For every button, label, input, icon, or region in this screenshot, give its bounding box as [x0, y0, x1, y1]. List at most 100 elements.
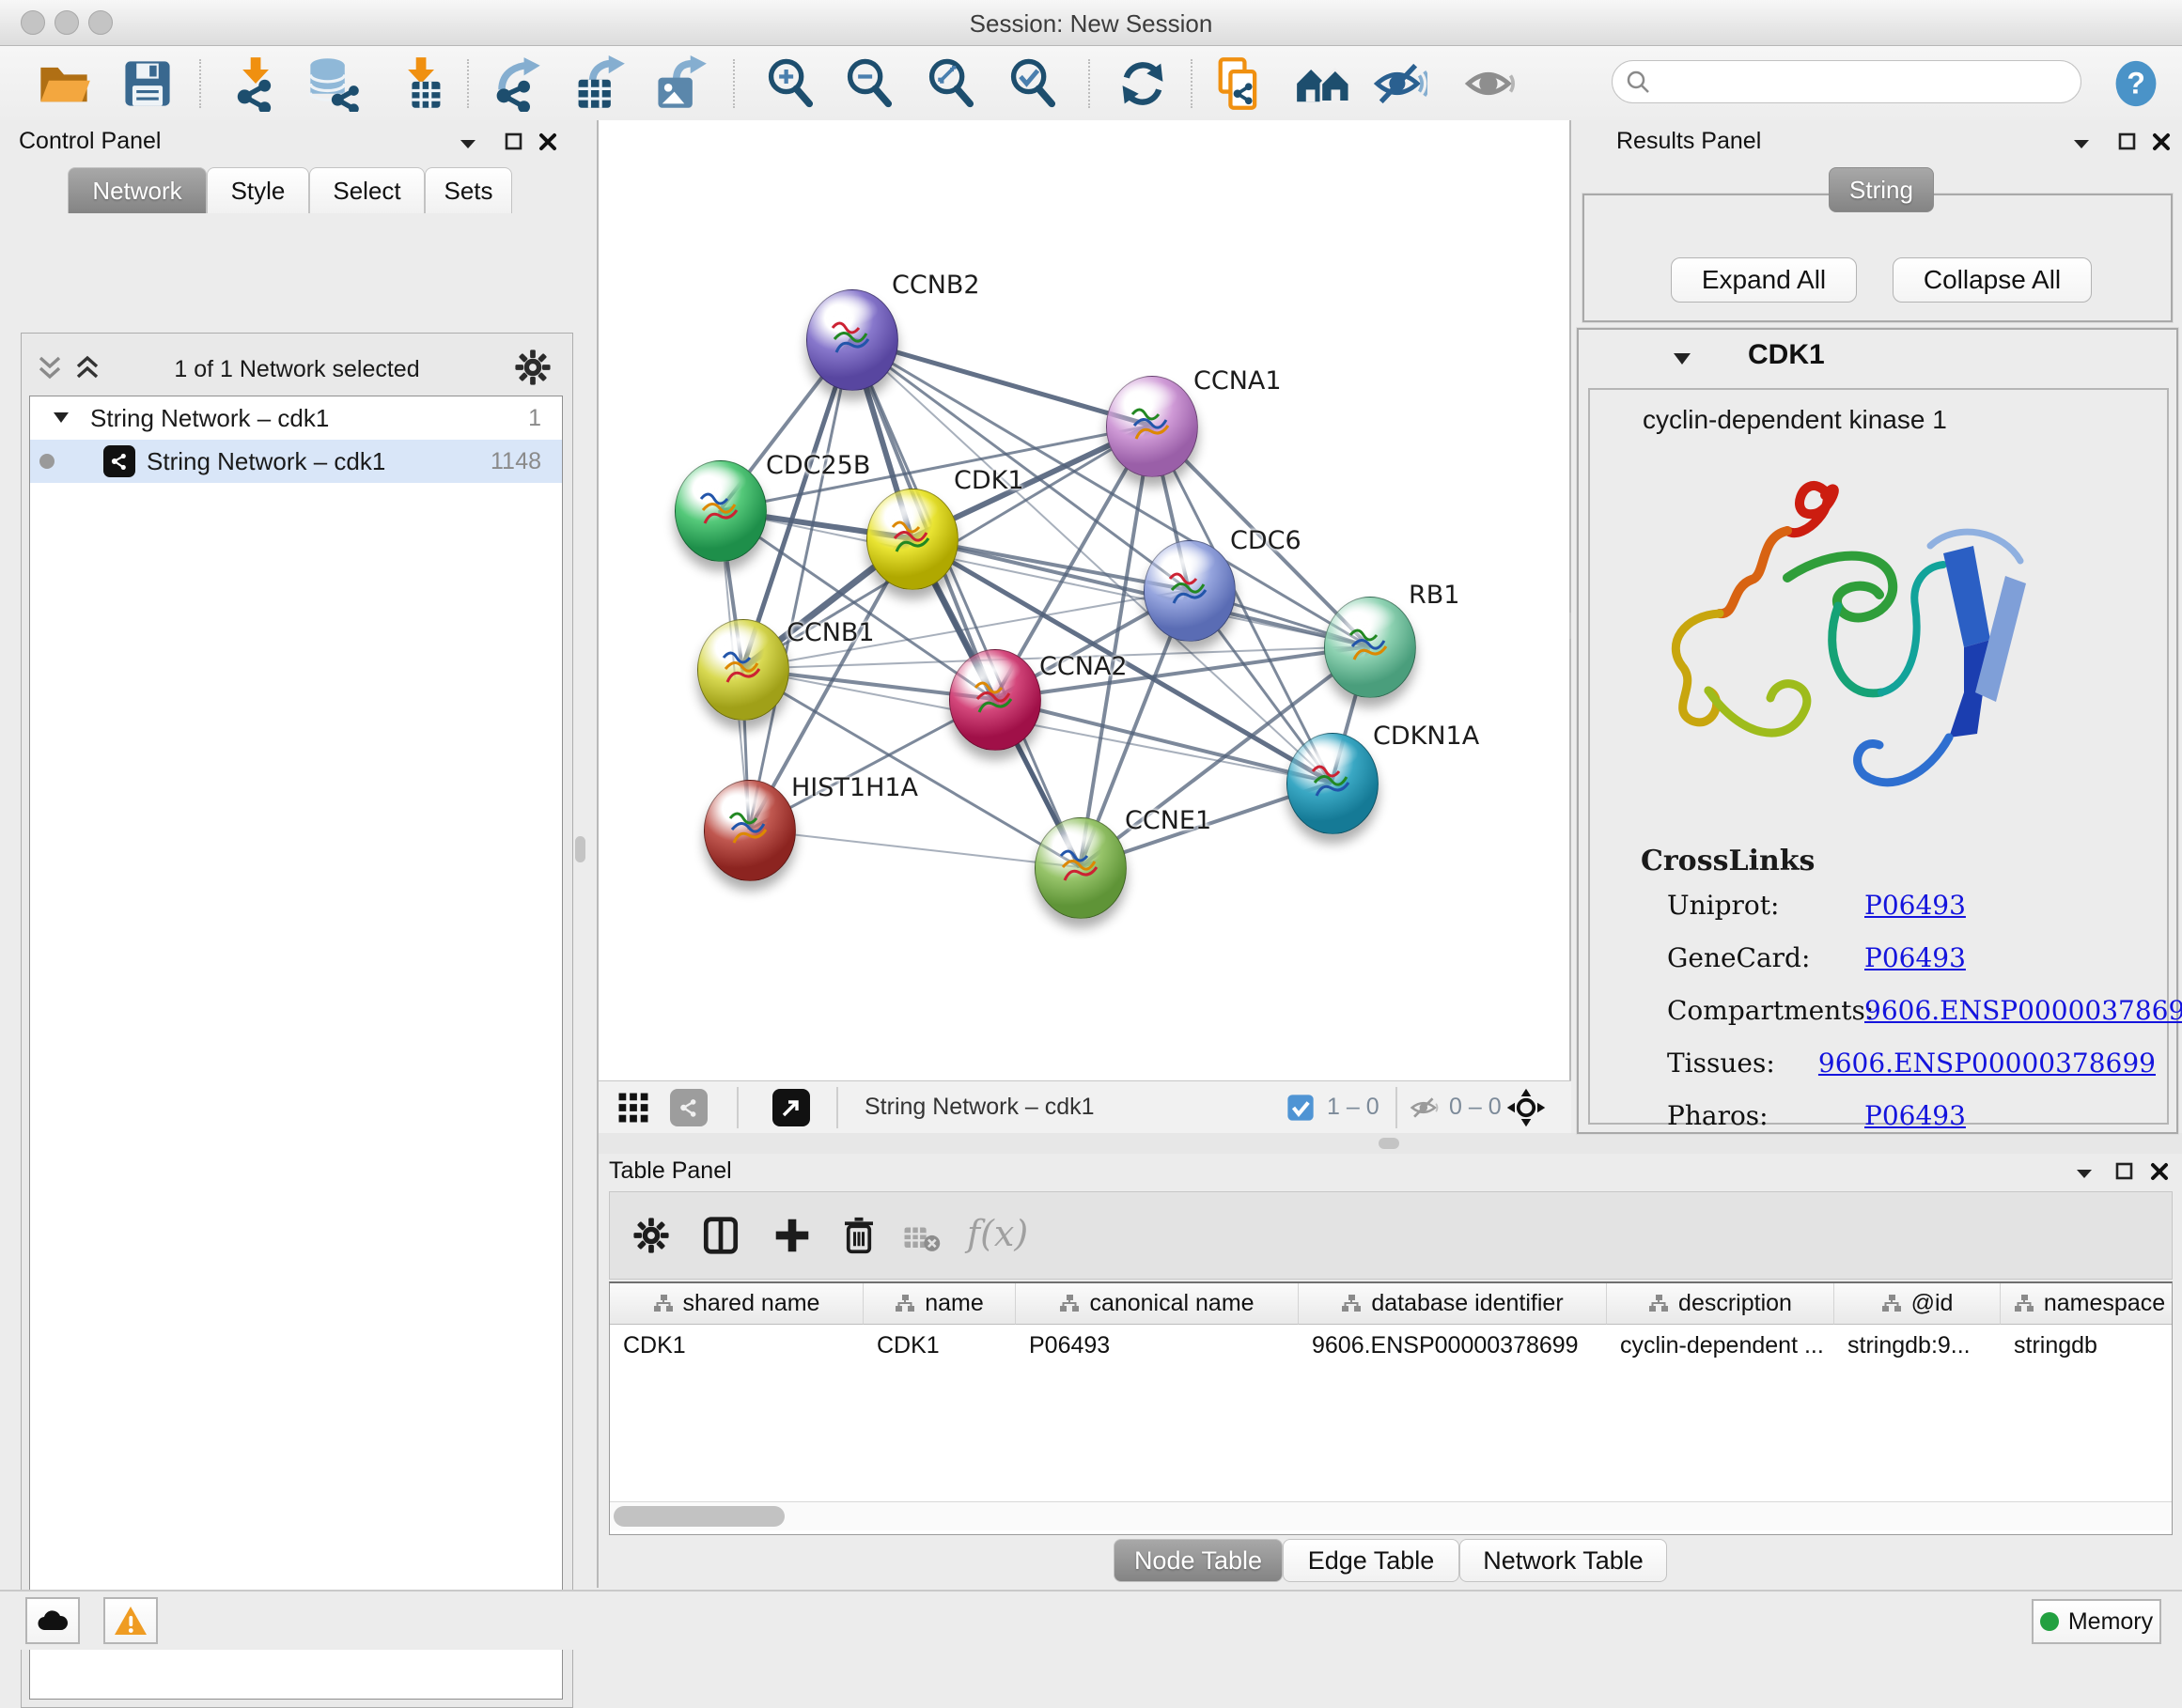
import-network-icon[interactable]	[226, 55, 283, 112]
create-column-icon[interactable]	[771, 1215, 813, 1256]
network-options-gear-icon[interactable]	[514, 349, 552, 386]
clone-network-icon[interactable]	[1210, 55, 1267, 112]
table-cell[interactable]: cyclin-dependent ...	[1607, 1325, 1834, 1366]
gene-description: cyclin-dependent kinase 1	[1643, 405, 1947, 435]
column-header-namespace[interactable]: namespace	[2001, 1283, 2173, 1325]
float-panel-icon[interactable]	[2074, 1163, 2095, 1184]
grid-view-icon[interactable]	[617, 1092, 649, 1124]
tab-string[interactable]: String	[1829, 167, 1934, 212]
network-node-ccnb1[interactable]	[697, 619, 789, 721]
crosslink-link[interactable]: P06493	[1864, 1100, 1966, 1131]
network-icon-button[interactable]	[670, 1089, 708, 1126]
table-cell[interactable]: stringdb	[2001, 1325, 2173, 1366]
column-header-name[interactable]: name	[864, 1283, 1016, 1325]
network-node-label-cdc25b: CDC25B	[766, 451, 870, 480]
network-node-cdkn1a[interactable]	[1286, 733, 1379, 834]
column-header--id[interactable]: @id	[1834, 1283, 2001, 1325]
zoom-in-icon[interactable]	[763, 55, 819, 112]
network-node-ccna1[interactable]	[1106, 376, 1198, 477]
import-table-icon[interactable]	[392, 55, 448, 112]
close-panel-icon[interactable]	[2151, 132, 2172, 152]
crosslink-link[interactable]: P06493	[1864, 942, 1966, 973]
birds-eye-view-icon[interactable]	[772, 1089, 810, 1126]
network-node-rb1[interactable]	[1324, 597, 1416, 698]
network-node-hist1h1a[interactable]	[704, 780, 796, 881]
network-node-cdk1[interactable]	[866, 489, 959, 590]
entry-collapse-icon[interactable]	[1673, 352, 1691, 366]
selected-checkbox-icon[interactable]	[1286, 1094, 1315, 1122]
show-all-icon[interactable]	[1462, 55, 1519, 112]
memory-button[interactable]: Memory	[2032, 1599, 2161, 1644]
first-neighbors-icon[interactable]	[1295, 55, 1351, 112]
search-input[interactable]	[1660, 68, 2067, 96]
horizontal-splitter-grip[interactable]	[1379, 1138, 1399, 1149]
maximize-panel-icon[interactable]	[2117, 132, 2138, 152]
crosslink-label: Pharos:	[1667, 1100, 1864, 1131]
zoom-out-icon[interactable]	[842, 55, 898, 112]
network-node-label-hist1h1a: HIST1H1A	[791, 773, 918, 802]
expand-all-button[interactable]: Expand All	[1671, 257, 1857, 303]
crosslink-row: Compartments:9606.ENSP00000378699	[1667, 995, 2156, 1026]
crosslink-link[interactable]: P06493	[1864, 890, 1966, 921]
table-hscrollbar-thumb[interactable]	[614, 1506, 785, 1527]
export-image-icon[interactable]	[652, 55, 709, 112]
tab-edge-table[interactable]: Edge Table	[1283, 1539, 1459, 1582]
table-panel: Table Panel f(x) shared na	[599, 1154, 2182, 1588]
export-table-icon[interactable]	[570, 55, 627, 112]
network-node-ccne1[interactable]	[1035, 817, 1127, 919]
table-cell[interactable]: 9606.ENSP00000378699	[1299, 1325, 1607, 1366]
table-hscrollbar[interactable]	[610, 1501, 2172, 1530]
table-cell[interactable]: stringdb:9...	[1834, 1325, 2001, 1366]
table-cell[interactable]: CDK1	[864, 1325, 1016, 1366]
column-header-shared-name[interactable]: shared name	[610, 1283, 864, 1325]
warnings-button[interactable]	[103, 1597, 158, 1644]
table-cell[interactable]: P06493	[1016, 1325, 1299, 1366]
network-collection-label: String Network – cdk1	[90, 404, 329, 433]
open-session-icon[interactable]	[36, 55, 92, 112]
tab-network-table[interactable]: Network Table	[1459, 1539, 1667, 1582]
zoom-fit-icon[interactable]	[924, 55, 980, 112]
export-network-icon[interactable]	[488, 55, 544, 112]
left-splitter-grip[interactable]	[575, 836, 585, 862]
column-header-canonical-name[interactable]: canonical name	[1016, 1283, 1299, 1325]
crosshair-icon[interactable]	[1506, 1088, 1546, 1127]
float-panel-icon[interactable]	[458, 133, 478, 154]
network-canvas[interactable]: CCNB2 CCNA1 CDC25B CDK1 CDC6 RB1 CCNB1 C…	[599, 120, 1569, 1080]
table-options-gear-icon[interactable]	[632, 1217, 670, 1254]
save-session-icon[interactable]	[119, 55, 176, 112]
show-columns-icon[interactable]	[700, 1215, 741, 1256]
network-node-cdc6[interactable]	[1144, 540, 1236, 642]
tree-expand-icon[interactable]	[53, 411, 70, 425]
network-collection-row[interactable]: String Network – cdk1 1	[30, 396, 562, 440]
help-icon[interactable]: ?	[2112, 60, 2159, 107]
maximize-panel-icon[interactable]	[2114, 1161, 2135, 1182]
collapse-all-button[interactable]: Collapse All	[1893, 257, 2092, 303]
crosslink-link[interactable]: 9606.ENSP00000378699	[1818, 1048, 2156, 1079]
tab-select[interactable]: Select	[309, 167, 425, 213]
cloud-button[interactable]	[25, 1597, 80, 1644]
refresh-icon[interactable]	[1114, 55, 1171, 112]
network-node-cdc25b[interactable]	[675, 460, 767, 562]
column-header-database-identifier[interactable]: database identifier	[1299, 1283, 1607, 1325]
import-network-from-database-icon[interactable]	[305, 55, 362, 112]
tab-sets[interactable]: Sets	[425, 167, 512, 213]
zoom-selected-icon[interactable]	[1005, 55, 1062, 112]
float-panel-icon[interactable]	[2071, 133, 2092, 154]
delete-column-icon[interactable]	[839, 1215, 879, 1256]
network-row-selected[interactable]: String Network – cdk1 11 48	[30, 440, 562, 483]
node-table[interactable]: shared namenamecanonical namedatabase id…	[609, 1281, 2173, 1535]
close-panel-icon[interactable]	[538, 132, 558, 152]
table-cell[interactable]: CDK1	[610, 1325, 864, 1366]
maximize-panel-icon[interactable]	[504, 132, 524, 152]
crosslink-link[interactable]: 9606.ENSP00000378699	[1864, 995, 2182, 1026]
memory-status-icon	[2040, 1612, 2059, 1631]
tab-style[interactable]: Style	[207, 167, 309, 213]
close-panel-icon[interactable]	[2149, 1161, 2170, 1182]
tab-node-table[interactable]: Node Table	[1114, 1539, 1283, 1582]
column-header-description[interactable]: description	[1607, 1283, 1834, 1325]
search-box[interactable]	[1612, 60, 2081, 103]
network-node-ccna2[interactable]	[949, 649, 1041, 751]
hide-selected-icon[interactable]	[1371, 55, 1427, 112]
network-node-ccnb2[interactable]	[806, 289, 898, 391]
tab-network[interactable]: Network	[68, 167, 207, 213]
